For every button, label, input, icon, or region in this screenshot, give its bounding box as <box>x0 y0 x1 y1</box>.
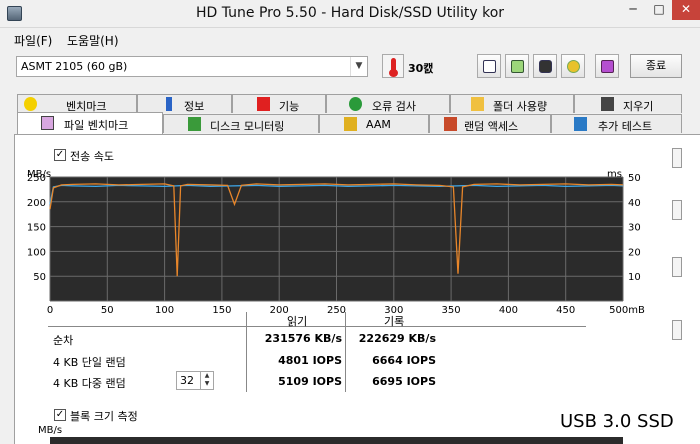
y-right-tick-label: 10 <box>628 272 641 283</box>
single-random-label: 4 KB 단일 랜덤 <box>53 356 126 369</box>
x-tick-label: 200 <box>270 305 289 315</box>
screenshot-button[interactable] <box>533 54 557 78</box>
copy-info-button[interactable] <box>477 54 501 78</box>
title-bar: HD Tune Pro 5.50 - Hard Disk/SSD Utility… <box>0 0 700 28</box>
trash-icon <box>601 97 614 111</box>
x-tick-label: 250 <box>327 305 346 315</box>
tab-disk-monitor[interactable]: 디스크 모니터링 <box>163 114 319 133</box>
tab-erase[interactable]: 지우기 <box>574 94 682 113</box>
tab-folder-usage[interactable]: 폴더 사용량 <box>450 94 574 113</box>
sequential-write-value: 222629 KB/s <box>358 332 436 345</box>
tab-aam[interactable]: AAM <box>319 114 429 133</box>
copy-screen-icon <box>511 60 524 73</box>
results-divider <box>48 326 586 327</box>
y-right-tick-label: 50 <box>628 173 641 184</box>
maximize-button[interactable]: □ <box>646 0 672 20</box>
drive-select-value: ASMT 2105 (60 gB) <box>21 60 128 73</box>
x-tick-label: 100 <box>155 305 174 315</box>
speaker-icon <box>344 117 357 131</box>
side-control[interactable] <box>672 257 682 277</box>
block-size-label: 블록 크기 측정 <box>70 410 138 423</box>
y-left-tick-label: 200 <box>27 198 46 209</box>
magnifier-icon <box>349 97 362 111</box>
single-random-write-value: 6664 IOPS <box>372 354 436 367</box>
y-left-ticks: 250 200 150 100 50 <box>27 173 46 283</box>
copy-screen-button[interactable] <box>505 54 529 78</box>
watermark-text: USB 3.0 SSD <box>560 411 674 432</box>
spin-arrows-icon[interactable]: ▲ ▼ <box>200 372 213 389</box>
close-button[interactable]: ✕ <box>672 0 700 20</box>
thermometer-icon <box>382 54 404 78</box>
y-right-tick-label: 30 <box>628 223 641 234</box>
info-icon <box>166 97 172 111</box>
tab-error-scan[interactable]: 오류 검사 <box>326 94 450 113</box>
toolbar: ASMT 2105 (60 gB) ▼ 30캜 종료 <box>0 50 700 86</box>
drive-select[interactable]: ASMT 2105 (60 gB) ▼ <box>16 56 368 77</box>
y-right-ticks: 50 40 30 20 10 <box>628 173 641 283</box>
x-tick-label: 500mB <box>609 305 645 315</box>
x-tick-label: 450 <box>556 305 575 315</box>
monitor-chart-icon <box>188 117 201 131</box>
camera-icon <box>539 60 552 73</box>
save-download-icon <box>601 60 614 73</box>
transfer-speed-chart: MB/s ms 25020015010050 5040302010 0 50 100… <box>27 169 645 315</box>
block-size-chart <box>50 437 623 444</box>
y-left-tick-label: 150 <box>27 223 46 234</box>
minimize-button[interactable]: ─ <box>620 0 646 20</box>
menu-bar: 파일(F) 도움말(H) <box>0 29 700 49</box>
tab-info[interactable]: 정보 <box>137 94 232 113</box>
block-chart-unit: MB/s <box>38 425 63 436</box>
queue-depth-stepper[interactable]: 32 ▲ ▼ <box>176 371 214 390</box>
side-control[interactable] <box>672 200 682 220</box>
tab-file-benchmark[interactable]: 파일 벤치마크 <box>17 112 163 134</box>
window-title: HD Tune Pro 5.50 - Hard Disk/SSD Utility… <box>195 5 505 21</box>
temperature-value: 30캜 <box>408 62 434 75</box>
copy-info-icon <box>483 60 496 73</box>
tab-health[interactable]: 기능 <box>232 94 326 113</box>
y-right-tick-label: 20 <box>628 247 641 258</box>
health-cross-icon <box>257 97 270 111</box>
multi-random-label: 4 KB 다중 랜덤 <box>53 377 126 390</box>
folder-icon <box>471 97 484 111</box>
options-icon <box>567 60 580 73</box>
queue-depth-value: 32 <box>180 374 194 387</box>
x-tick-label: 400 <box>499 305 518 315</box>
save-button[interactable] <box>595 54 619 78</box>
multi-random-write-value: 6695 IOPS <box>372 375 436 388</box>
options-button[interactable] <box>561 54 585 78</box>
file-benchmark-icon <box>41 116 54 130</box>
y-left-tick-label: 250 <box>27 173 46 184</box>
x-tick-label: 50 <box>101 305 114 315</box>
benchmark-icon <box>24 97 37 111</box>
random-access-icon <box>444 117 457 131</box>
tab-random-access[interactable]: 랜덤 액세스 <box>429 114 551 133</box>
chevron-down-icon[interactable]: ▼ <box>350 57 367 76</box>
x-tick-label: 0 <box>47 305 53 315</box>
y-left-tick-label: 100 <box>27 247 46 258</box>
x-tick-label: 150 <box>212 305 231 315</box>
extra-tests-icon <box>574 117 587 131</box>
tab-extra-tests[interactable]: 추가 테스트 <box>551 114 682 133</box>
block-size-checkbox[interactable]: ✓ <box>54 409 66 421</box>
tab-benchmark[interactable]: 벤치마크 <box>17 94 137 113</box>
side-control[interactable] <box>672 320 682 340</box>
menu-file[interactable]: 파일(F) <box>14 32 52 49</box>
y-right-tick-label: 40 <box>628 198 641 209</box>
menu-help[interactable]: 도움말(H) <box>67 32 119 49</box>
write-column-header: 기록 <box>384 315 405 328</box>
x-tick-label: 350 <box>442 305 461 315</box>
side-control[interactable] <box>672 148 682 168</box>
exit-button[interactable]: 종료 <box>630 54 682 78</box>
y-left-tick-label: 50 <box>33 272 46 283</box>
read-column-header: 읽기 <box>287 315 308 328</box>
sequential-label: 순차 <box>53 334 74 347</box>
